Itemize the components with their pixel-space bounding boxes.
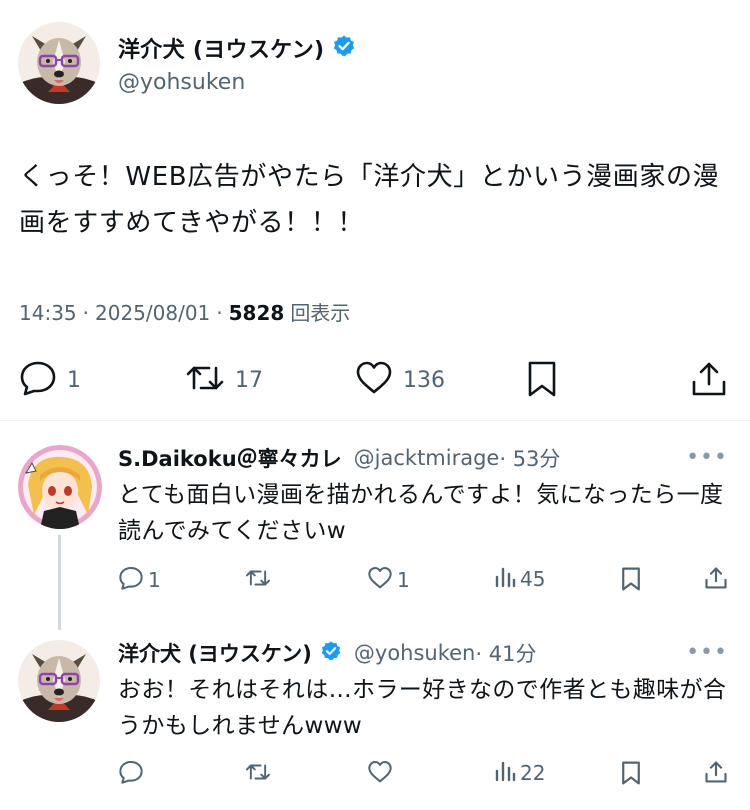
thread-connector-line — [58, 535, 61, 630]
like-count: 1 — [397, 568, 410, 592]
reply-icon — [118, 566, 144, 594]
share-icon — [704, 566, 728, 594]
reply-header: 洋介犬 (ヨウスケン) @yohsuken · 41分 — [118, 638, 536, 668]
share-button[interactable] — [704, 760, 728, 788]
verified-badge-icon — [332, 34, 356, 62]
retweet-button[interactable] — [245, 760, 275, 788]
retweet-icon — [245, 760, 271, 788]
reply-button[interactable]: 1 — [19, 360, 81, 400]
reply-author-name[interactable]: S.Daikoku＠寧々カレ — [118, 443, 342, 473]
bookmark-icon — [620, 760, 642, 790]
bookmark-button[interactable] — [525, 360, 559, 402]
share-button[interactable] — [704, 566, 728, 594]
tweet-text: くっそ！WEB広告がやたら「洋介犬」とかいう漫画家の漫画をすすめてきやがる！！！ — [19, 162, 720, 238]
views-count: 45 — [520, 567, 546, 591]
views-button[interactable]: 45 — [494, 566, 545, 592]
reply-button[interactable]: 1 — [118, 566, 161, 594]
reply-avatar[interactable] — [18, 445, 102, 529]
tweet-date[interactable]: 2025/08/01 — [95, 301, 210, 325]
meta-separator: · — [82, 301, 89, 325]
tweet-meta: 14:35 · 2025/08/01 · 5828 回表示 — [19, 297, 350, 326]
share-icon — [690, 360, 728, 402]
analytics-icon — [494, 566, 516, 592]
heart-icon — [367, 566, 393, 594]
divider — [0, 420, 750, 421]
share-button[interactable] — [690, 360, 728, 402]
verified-badge-icon — [320, 640, 342, 666]
reply-icon — [118, 760, 144, 788]
author-handle[interactable]: @yohsuken — [118, 70, 245, 95]
reply-text: とても面白い漫画を描かれるんですよ！気になったら一度読んでみてくださいw — [118, 482, 724, 544]
reply-text: おお！それはそれは…ホラー好きなので作者とも趣味が合うかもしれませんwww — [118, 677, 727, 739]
tweet-time[interactable]: 14:35 — [19, 301, 77, 325]
author-name-row[interactable]: 洋介犬 (ヨウスケン) — [118, 32, 356, 64]
view-count-label: 回表示 — [290, 301, 351, 325]
reply-time[interactable]: · 53分 — [499, 443, 560, 473]
like-button[interactable] — [367, 760, 397, 788]
bookmark-button[interactable] — [620, 566, 642, 596]
reply-count: 1 — [67, 367, 81, 393]
reply-author-name[interactable]: 洋介犬 (ヨウスケン) — [118, 638, 312, 668]
reply-avatar[interactable] — [18, 640, 100, 722]
retweet-count: 17 — [235, 367, 263, 393]
reply-time[interactable]: · 41分 — [475, 638, 536, 668]
like-button[interactable]: 136 — [355, 360, 445, 400]
reply-button[interactable] — [118, 760, 148, 788]
retweet-icon — [185, 360, 225, 400]
bookmark-icon — [620, 566, 642, 596]
like-count: 136 — [403, 367, 445, 393]
author-name[interactable]: 洋介犬 (ヨウスケン) — [118, 32, 324, 64]
more-options-icon[interactable]: ••• — [686, 640, 728, 665]
reply-author-handle[interactable]: @yohsuken — [354, 641, 475, 665]
views-button[interactable]: 22 — [494, 760, 545, 786]
reply-icon — [19, 360, 57, 400]
author-avatar[interactable] — [18, 22, 100, 104]
view-count: 5828 — [228, 301, 285, 325]
views-count: 22 — [520, 761, 546, 785]
more-options-icon[interactable]: ••• — [686, 445, 728, 470]
heart-icon — [355, 360, 393, 400]
bookmark-icon — [525, 360, 559, 402]
reply-author-handle[interactable]: @jacktmirage — [354, 446, 500, 470]
share-icon — [704, 760, 728, 788]
heart-icon — [367, 760, 393, 788]
analytics-icon — [494, 760, 516, 786]
retweet-icon — [245, 566, 271, 594]
like-button[interactable]: 1 — [367, 566, 410, 594]
reply-header: S.Daikoku＠寧々カレ @jacktmirage · 53分 — [118, 443, 560, 473]
bookmark-button[interactable] — [620, 760, 642, 790]
retweet-button[interactable] — [245, 566, 275, 594]
retweet-button[interactable]: 17 — [185, 360, 263, 400]
meta-separator: · — [216, 301, 223, 325]
reply-count: 1 — [148, 568, 161, 592]
